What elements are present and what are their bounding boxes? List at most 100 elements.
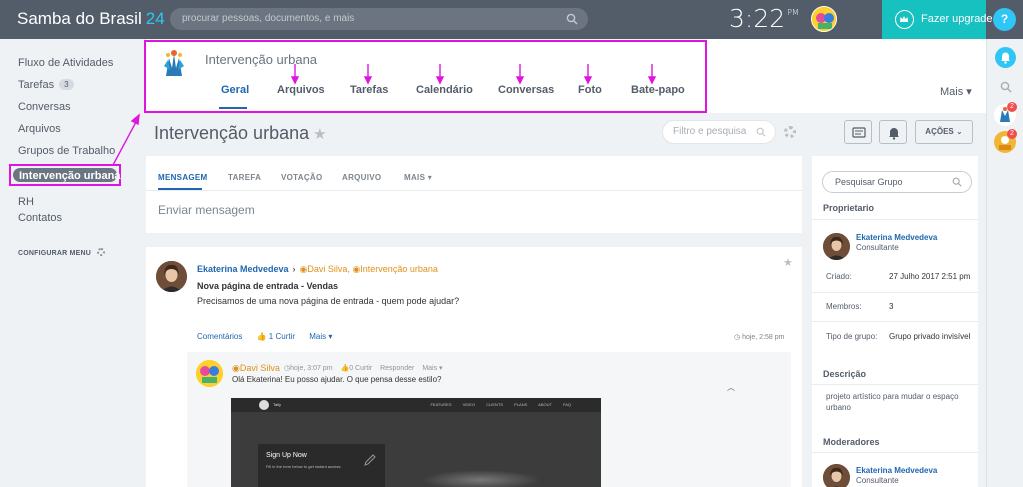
- avatar-image: [823, 233, 850, 260]
- more-tabs-label: Mais: [940, 86, 964, 98]
- post-title: Nova página de entrada - Vendas: [197, 281, 339, 291]
- recipient-label: Davi Silva: [307, 264, 348, 274]
- like-button[interactable]: 👍 1 Curtir: [257, 332, 295, 341]
- filter-placeholder: Filtro e pesquisa: [673, 126, 747, 137]
- message-input[interactable]: Enviar mensagem: [158, 203, 255, 217]
- menu-item-contatos[interactable]: Contatos: [18, 212, 62, 224]
- post-recipient-2[interactable]: ◉Intervenção urbana: [352, 264, 437, 274]
- composer-tab-mais[interactable]: MAIS ▾: [404, 173, 432, 182]
- star-icon[interactable]: ★: [783, 256, 793, 269]
- embed-logo-icon: [259, 400, 269, 410]
- clock[interactable]: 3:22 PM: [729, 4, 799, 33]
- menu-item-fluxo[interactable]: Fluxo de Atividades: [18, 57, 113, 69]
- search-icon: [756, 127, 766, 137]
- avatar[interactable]: [823, 233, 850, 260]
- actions-label: AÇÕES: [925, 127, 954, 136]
- comment-more-button[interactable]: Mais ▾: [422, 365, 442, 372]
- global-search-input[interactable]: procurar pessoas, documentos, e mais: [170, 8, 588, 30]
- field-key: Criado:: [826, 272, 852, 281]
- divider: [812, 384, 978, 385]
- filter-search-input[interactable]: Filtro e pesquisa: [662, 120, 776, 144]
- description-text: projeto artístico para mudar o espaço ur…: [826, 392, 959, 412]
- post-author[interactable]: Ekaterina Medvedeva: [197, 264, 289, 274]
- post-more-button[interactable]: Mais ▾: [309, 332, 332, 341]
- composer-tab-mais-label: MAIS: [404, 173, 426, 182]
- actions-button[interactable]: AÇÕES ⌄: [915, 120, 973, 144]
- gear-icon: [97, 248, 105, 256]
- gear-icon[interactable]: [784, 126, 796, 138]
- chevron-down-icon: ▾: [328, 332, 333, 341]
- comment-meta: ◷hoje, 3:07 pm 👍0 Curtir Responder Mais …: [284, 364, 443, 372]
- menu-item-arquivos[interactable]: Arquivos: [18, 123, 61, 135]
- group-icon: ◉: [232, 363, 240, 373]
- chevron-down-icon: ⌄: [955, 127, 963, 136]
- menu-item-grupos[interactable]: Grupos de Trabalho: [18, 145, 115, 157]
- group-search-placeholder: Pesquisar Grupo: [835, 177, 903, 187]
- notification-badge: 2: [1007, 129, 1017, 139]
- page-title-text: Intervenção urbana: [154, 123, 310, 143]
- comment-author[interactable]: ◉Davi Silva: [232, 363, 280, 374]
- chevron-down-icon: ▾: [427, 173, 433, 182]
- post-body: Precisamos de uma nova página de entrada…: [197, 296, 460, 306]
- crown-glyph: [900, 16, 908, 22]
- chevron-down-icon: ▾: [439, 365, 443, 372]
- comment-like-label: 0 Curtir: [349, 365, 373, 372]
- brand-name: Samba do Brasil: [17, 9, 142, 28]
- embed-nav: FEATURES VIDEO CLIENTS PLANS ABOUT FAQ: [430, 402, 571, 407]
- search-icon[interactable]: [566, 13, 578, 25]
- avatar-image: [156, 261, 187, 292]
- chat-button[interactable]: [844, 120, 872, 144]
- menu-item-rh[interactable]: RH: [18, 196, 34, 208]
- comment-text: Olá Ekaterina! Eu posso ajudar. O que pe…: [232, 375, 442, 384]
- moderators-heading: Moderadores: [823, 437, 880, 447]
- app-logo[interactable]: Samba do Brasil 24: [17, 9, 165, 29]
- annotation-highlight-menu: Intervenção urbana: [9, 164, 121, 186]
- crown-icon: [895, 10, 914, 29]
- moderator-name[interactable]: Ekaterina Medvedeva: [856, 466, 937, 475]
- embed-panel-sub: Fill in the form below to get instant ac…: [266, 464, 342, 469]
- divider: [812, 452, 978, 453]
- notify-button[interactable]: [879, 120, 907, 144]
- more-tabs-button[interactable]: Mais ▾: [940, 85, 972, 98]
- help-button[interactable]: ?: [993, 8, 1016, 31]
- comment-author-name: Davi Silva: [239, 363, 280, 373]
- reply-button[interactable]: Responder: [380, 365, 414, 372]
- bell-icon[interactable]: [995, 47, 1016, 68]
- configure-menu-button[interactable]: CONFIGURAR MENU: [18, 248, 105, 257]
- menu-item-intervencao[interactable]: Intervenção urbana: [13, 168, 120, 182]
- owner-role: Consultante: [856, 243, 899, 252]
- menu-item-conversas[interactable]: Conversas: [18, 101, 71, 113]
- post-composer: [146, 156, 802, 233]
- composer-tab-mensagem[interactable]: MENSAGEM: [158, 173, 208, 182]
- owner-name[interactable]: Ekaterina Medvedeva: [856, 233, 937, 242]
- comments-link[interactable]: Comentários: [197, 332, 242, 341]
- user-avatar[interactable]: [811, 6, 837, 32]
- search-icon[interactable]: [1000, 81, 1012, 93]
- post-recipient-1[interactable]: ◉Davi Silva: [300, 264, 348, 274]
- embed-brand: Tally: [273, 402, 282, 407]
- group-search-input[interactable]: Pesquisar Grupo: [822, 171, 972, 193]
- avatar[interactable]: [196, 360, 223, 387]
- composer-tab-arquivo[interactable]: ARQUIVO: [342, 173, 381, 182]
- comment-more-label: Mais: [422, 365, 438, 372]
- avatar-image: [812, 7, 836, 31]
- composer-tab-tarefa[interactable]: TAREFA: [228, 173, 261, 182]
- pencil-icon: [364, 454, 376, 466]
- configure-menu-label: CONFIGURAR MENU: [18, 250, 91, 257]
- like-icon: 👍: [256, 332, 267, 341]
- embed-panel-title: Sign Up Now: [266, 452, 307, 459]
- annotation-highlight-tabs: [144, 40, 707, 113]
- avatar[interactable]: [823, 464, 850, 487]
- chevron-right-icon: ›: [292, 264, 296, 274]
- bell-icon: [889, 128, 899, 140]
- menu-item-tarefas[interactable]: Tarefas 3: [18, 79, 74, 91]
- embedded-image[interactable]: Tally FEATURES VIDEO CLIENTS PLANS ABOUT…: [231, 398, 601, 487]
- clock-icon: ◷: [734, 334, 741, 341]
- field-value: 3: [889, 302, 894, 311]
- avatar[interactable]: [156, 261, 187, 292]
- comment-like-button[interactable]: 👍0 Curtir: [340, 365, 372, 372]
- upgrade-button[interactable]: Fazer upgrade: [882, 0, 993, 39]
- star-icon[interactable]: ★: [313, 126, 326, 143]
- composer-tab-votacao[interactable]: VOTAÇÃO: [281, 173, 323, 182]
- chevron-up-icon[interactable]: ︿: [727, 382, 735, 393]
